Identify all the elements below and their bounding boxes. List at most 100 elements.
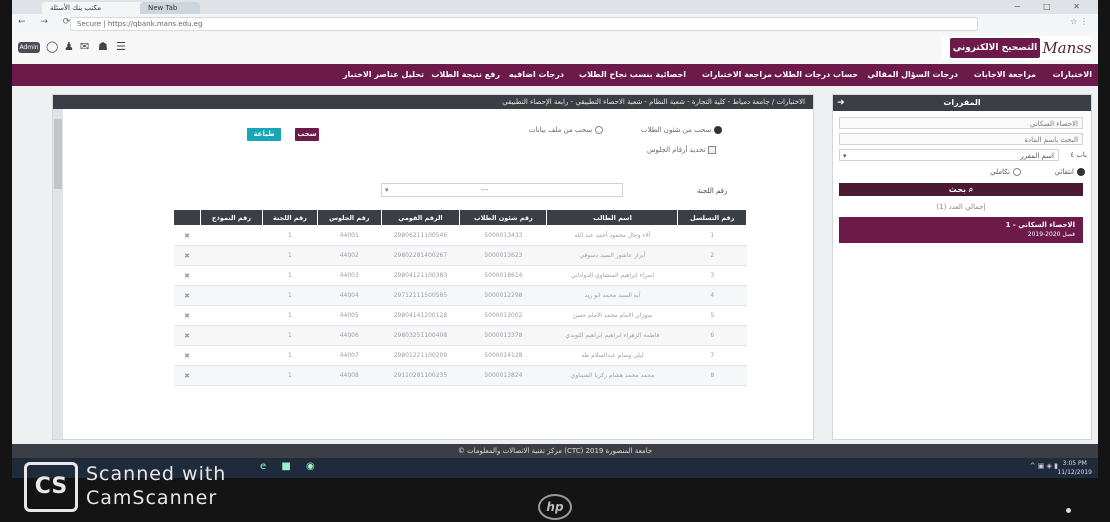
- url-field[interactable]: Secure | https://qbank.mans.edu.eg: [70, 17, 978, 31]
- search-button[interactable]: بحث ⌕: [839, 183, 1083, 196]
- delete-icon[interactable]: ✖: [173, 225, 201, 246]
- delete-icon[interactable]: ✖: [173, 325, 201, 346]
- app-header: Admin ◯ ♟ ✉ ☗ ☰ التصحيح الالكتروني Manss: [12, 32, 1098, 65]
- mail-icon[interactable]: ✉: [80, 40, 89, 53]
- cell-seat-number: 44003: [317, 265, 381, 286]
- table-row: 8 محمد محمد هشام زكريا الشيناوي 50000138…: [173, 365, 747, 386]
- nav-extra-grades[interactable]: درجات اضافيه: [509, 64, 564, 86]
- nav-calc-grades[interactable]: حساب درجات الطلاب: [774, 64, 858, 86]
- cell-national-id: 29712111500585: [381, 285, 460, 306]
- scrollbar[interactable]: [53, 109, 63, 439]
- chevron-down-icon: ▾: [843, 152, 847, 160]
- arrow-right-icon[interactable]: ➜: [837, 95, 845, 111]
- scrollbar-thumb[interactable]: [54, 119, 62, 189]
- nav-exams[interactable]: الاختبارات: [1053, 64, 1092, 86]
- cell-model: [200, 265, 263, 286]
- opt-student-affairs[interactable]: سحب من شئون الطلاب: [641, 125, 723, 135]
- cell-model: [200, 305, 263, 326]
- cell-serial: 1: [677, 225, 747, 246]
- avatar-icon[interactable]: ◯: [46, 40, 58, 53]
- withdraw-button[interactable]: سحب: [295, 128, 319, 141]
- brand-logo: Manss: [1042, 39, 1092, 57]
- subject-search-input[interactable]: البحث باسم المادة: [839, 133, 1083, 145]
- delete-icon[interactable]: ✖: [173, 285, 201, 306]
- nav-upload-results[interactable]: رفع نتيجة الطلاب: [431, 64, 500, 86]
- menu-icon[interactable]: ☰: [116, 40, 126, 53]
- col-serial: رقم التسلسل: [677, 209, 747, 226]
- cell-seat-number: 44001: [317, 225, 381, 246]
- nav-review-exams[interactable]: مراجعة الاختبارات: [702, 64, 772, 86]
- course-result-title: 1 - الاحصاء السكاني: [1005, 221, 1075, 229]
- cell-national-id: 29804121100383: [381, 265, 460, 286]
- course-search-input[interactable]: الاحصاء السكاني: [839, 117, 1083, 129]
- nav-pass-stats[interactable]: احصائية بنسب نجاح الطلاب: [579, 64, 686, 86]
- table-row: 7 ليلى وسام عبدالسلام طه 5000014128 2980…: [173, 345, 747, 366]
- nav-essay-grades[interactable]: درجات السؤال المقالي: [867, 64, 958, 86]
- delete-icon[interactable]: ✖: [173, 305, 201, 326]
- table-row: 4 آيه السيد محمد ابو زيد 5000012298 2971…: [173, 285, 747, 306]
- delete-icon[interactable]: ✖: [173, 365, 201, 386]
- cell-student-name: اسراء ابراهيم المنشاوي الدواداني: [546, 265, 678, 286]
- cell-seat-number: 44008: [317, 365, 381, 386]
- select-label: باب ٤: [1070, 151, 1087, 159]
- delete-icon[interactable]: ✖: [173, 245, 201, 266]
- cell-national-id: 29110281100235: [381, 365, 460, 386]
- bookmark-star-icon[interactable]: ☆ ⋮: [1070, 17, 1088, 26]
- cell-student-name: محمد محمد هشام زكريا الشيناوي: [546, 365, 678, 386]
- opt-data-file[interactable]: سحب من ملف بيانات: [529, 125, 604, 135]
- main-nav: الاختبارات مراجعة الاجابات درجات السؤال …: [12, 64, 1098, 86]
- cell-committee: 1: [262, 365, 318, 386]
- result-count: إجمالي العدد (1): [936, 203, 986, 211]
- cell-affairs-number: 5000018614: [459, 265, 547, 286]
- cell-serial: 2: [677, 245, 747, 266]
- cell-national-id: 29803251100408: [381, 325, 460, 346]
- col-model: رقم النموذج: [200, 209, 263, 226]
- col-affairs-number: رقم شئون الطلاب: [459, 209, 548, 226]
- cell-affairs-number: 5000013002: [459, 305, 547, 326]
- search-icon: ⌕: [968, 185, 974, 194]
- delete-icon[interactable]: ✖: [173, 265, 201, 286]
- power-led-icon: [1066, 508, 1071, 513]
- cell-serial: 3: [677, 265, 747, 286]
- cell-serial: 6: [677, 325, 747, 346]
- radio-on-icon: [1077, 168, 1085, 176]
- cell-student-name: آلاء وجال محمود أحمد عبد الله: [546, 225, 678, 246]
- radio-integrated[interactable]: تكاملي: [990, 167, 1021, 177]
- courses-title-label: المقررات: [943, 98, 981, 107]
- cell-seat-number: 44002: [317, 245, 381, 266]
- radio-off-icon: [595, 126, 604, 134]
- users-icon[interactable]: ☗: [98, 40, 108, 53]
- opt-seat-numbers[interactable]: تحديد أرقام الجلوس: [647, 145, 717, 155]
- delete-icon[interactable]: ✖: [173, 345, 201, 366]
- user-menu-button[interactable]: Admin: [18, 42, 40, 53]
- system-tray-icon[interactable]: ^ ▣ ◈ ▮: [1030, 462, 1058, 470]
- user-icon[interactable]: ♟: [64, 40, 74, 53]
- radio-off-icon: [1013, 168, 1021, 176]
- course-result-item[interactable]: 1 - الاحصاء السكاني 2019-2020 فصل: [839, 217, 1083, 243]
- cell-affairs-number: 5000013824: [459, 365, 547, 386]
- nav-buttons-icon[interactable]: ← → ⟳: [18, 17, 76, 27]
- camscanner-logo: CS: [24, 462, 78, 512]
- window-controls[interactable]: − □ ✕: [1014, 2, 1090, 11]
- committee-select[interactable]: ▾ ---: [381, 183, 623, 197]
- cell-affairs-number: 5000014128: [459, 345, 547, 366]
- chevron-down-icon: ▾: [385, 186, 389, 194]
- opt-data-file-label: سحب من ملف بيانات: [529, 126, 593, 134]
- committee-select-value: ---: [480, 186, 489, 194]
- cell-serial: 8: [677, 365, 747, 386]
- taskbar-apps-icon[interactable]: e ■ ◉: [260, 461, 321, 472]
- clock-time: 3:05 PM: [1062, 460, 1087, 467]
- nav-item-analysis[interactable]: تحليل عناصر الاختبار: [343, 64, 424, 86]
- students-table: رقم التسلسل اسم الطالب رقم شئون الطلاب ا…: [173, 209, 747, 386]
- courses-panel: ➜ المقررات الاحصاء السكاني البحث باسم ال…: [832, 94, 1092, 440]
- tab-new[interactable]: New Tab: [140, 2, 200, 14]
- cell-committee: 1: [262, 245, 318, 266]
- radio-selective[interactable]: انتقائي: [1055, 167, 1085, 177]
- radio-integrated-label: تكاملي: [990, 168, 1010, 176]
- page-footer: © مركز تقنية الاتصالات والمعلومات (CTC) …: [12, 444, 1098, 458]
- nav-review-answers[interactable]: مراجعة الاجابات: [974, 64, 1036, 86]
- col-national-id: الرقم القومي: [380, 209, 461, 226]
- course-select[interactable]: ▾ اسم المقرر: [839, 149, 1059, 161]
- print-button[interactable]: طباعة: [247, 128, 281, 141]
- tab-active[interactable]: مكتب بنك الأسئلة: [42, 2, 154, 14]
